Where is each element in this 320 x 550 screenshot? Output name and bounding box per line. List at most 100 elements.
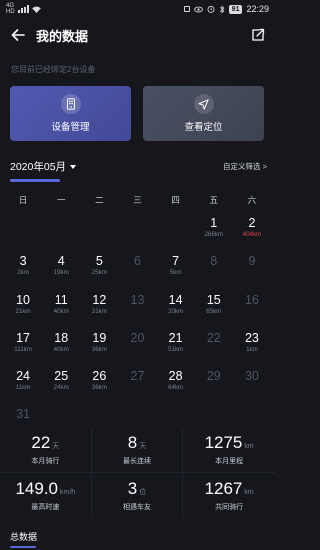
calendar-day[interactable]: 9 — [233, 250, 271, 288]
day-distance: 36km — [91, 345, 107, 353]
month-dropdown[interactable]: 2020年05月 — [10, 159, 77, 174]
stat-label: 相遇车友 — [122, 503, 151, 511]
device-count-hint: 您目前已经绑定2台设备 — [11, 65, 96, 74]
calendar-day[interactable]: 23 1km — [233, 327, 271, 365]
calendar-day[interactable]: 30 — [233, 365, 271, 403]
stat-value: 1275 — [204, 433, 243, 452]
stat-month-rides: 22 天 本月骑行 — [0, 428, 92, 473]
day-distance: 266km — [204, 231, 224, 238]
signal-icon — [17, 5, 29, 13]
weekday-header: 日 一 二 三 四 五 六 — [0, 194, 275, 206]
month-label: 2020年05月 — [10, 160, 67, 173]
calendar-day[interactable]: 25 24km — [42, 365, 80, 403]
day-distance: 51km — [168, 345, 184, 353]
calendar-day[interactable]: 17 111km — [4, 327, 42, 365]
calendar-day[interactable]: 13 — [118, 289, 156, 327]
calendar-day[interactable]: 18 40km — [42, 327, 80, 365]
stat-month-mileage: 1275 km 本月里程 — [183, 428, 275, 473]
day-number: 30 — [244, 369, 259, 384]
calendar-day[interactable]: 27 — [118, 365, 156, 403]
calendar-day[interactable]: 3 2km — [4, 250, 42, 288]
day-number: 21 — [168, 330, 183, 345]
navigation-arrow-icon — [193, 94, 214, 114]
calendar-day[interactable]: 6 — [118, 250, 156, 288]
weekday-thu: 四 — [171, 195, 180, 205]
calendar-day[interactable]: 22 — [195, 327, 233, 365]
caret-down-icon — [70, 164, 77, 169]
calendar-day[interactable]: 4 19km — [42, 250, 80, 288]
calendar-grid: 1 266km 2 404km 3 2km 4 19km 5 25km 6 7 5km 8 9 10 21km 1… — [0, 212, 275, 442]
calendar-day[interactable]: 21 51km — [157, 327, 195, 365]
day-number: 8 — [210, 254, 218, 269]
day-distance: 36km — [91, 384, 107, 392]
calendar-day[interactable]: 7 5km — [157, 250, 195, 288]
notification-icon — [183, 6, 190, 12]
day-number: 18 — [54, 330, 69, 345]
calendar-day[interactable]: 14 20km — [157, 289, 195, 327]
share-button[interactable] — [247, 24, 269, 46]
day-distance: 11km — [15, 384, 31, 392]
day-number: 26 — [92, 369, 107, 384]
day-number: 25 — [54, 369, 69, 384]
calendar-day[interactable]: 15 65km — [195, 289, 233, 327]
calendar-day[interactable]: 10 21km — [4, 289, 42, 327]
stat-label: 最高时速 — [31, 503, 60, 511]
share-icon — [252, 28, 265, 41]
calendar-day[interactable]: 16 — [233, 289, 271, 327]
calendar-blank — [80, 212, 118, 250]
stat-value: 149.0 — [15, 478, 59, 498]
day-distance: 20km — [168, 307, 184, 315]
day-number: 1 — [210, 216, 218, 230]
day-distance: 40km — [53, 307, 69, 315]
day-number: 29 — [206, 369, 221, 384]
page-title: 我的数据 — [36, 28, 89, 44]
day-number: 20 — [130, 330, 145, 345]
status-bar: 4G HD 91 22:29 — [0, 0, 275, 18]
day-distance: 31km — [91, 307, 107, 315]
day-number: 5 — [95, 254, 103, 269]
calendar-day[interactable]: 1 266km — [195, 212, 233, 250]
calendar-day[interactable]: 5 25km — [80, 250, 118, 288]
calendar-day[interactable]: 26 36km — [80, 365, 118, 403]
month-row: 2020年05月 自定义筛选 > — [10, 159, 267, 173]
battery-icon: 91 — [228, 4, 243, 14]
arrow-left-icon — [11, 29, 25, 41]
calendar-day[interactable]: 24 11km — [4, 365, 42, 403]
total-data-tab[interactable]: 总数据 — [10, 530, 37, 543]
day-distance: 24km — [53, 384, 69, 392]
custom-filter-link[interactable]: 自定义筛选 > — [223, 161, 267, 172]
total-data-underline — [10, 546, 36, 548]
stat-label: 共同骑行 — [215, 503, 244, 511]
day-number: 14 — [168, 292, 183, 307]
day-distance: 111km — [14, 345, 32, 353]
day-distance: 5km — [169, 269, 182, 277]
day-number: 2 — [248, 216, 256, 230]
calendar-day[interactable]: 11 40km — [42, 289, 80, 327]
day-number: 28 — [168, 369, 183, 384]
calendar-day[interactable]: 28 64km — [157, 365, 195, 403]
alarm-icon — [207, 5, 215, 13]
view-location-card[interactable]: 查看定位 — [143, 86, 264, 141]
calendar-day[interactable]: 8 — [195, 250, 233, 288]
back-button[interactable] — [0, 20, 36, 50]
day-distance: 2km — [17, 269, 29, 277]
day-distance: 64km — [168, 384, 184, 392]
day-number: 31 — [16, 407, 31, 422]
weekday-tue: 二 — [95, 195, 104, 205]
stat-shared-rides: 1267 km 共同骑行 — [183, 473, 275, 518]
calendar-day[interactable]: 2 404km — [233, 212, 271, 250]
day-number: 4 — [57, 254, 65, 269]
device-management-card[interactable]: 设备管理 — [10, 86, 131, 141]
day-number: 7 — [172, 254, 180, 269]
device-management-label: 设备管理 — [51, 122, 90, 133]
day-number: 15 — [206, 292, 221, 307]
calendar-day[interactable]: 19 36km — [80, 327, 118, 365]
day-number: 16 — [244, 292, 259, 307]
calendar-day[interactable]: 20 — [118, 327, 156, 365]
calendar-day[interactable]: 12 31km — [80, 289, 118, 327]
bluetooth-icon — [219, 4, 225, 14]
calendar-day[interactable]: 29 — [195, 365, 233, 403]
device-phone-icon — [60, 94, 81, 114]
day-number: 17 — [16, 330, 31, 345]
calendar-blank — [42, 212, 80, 250]
